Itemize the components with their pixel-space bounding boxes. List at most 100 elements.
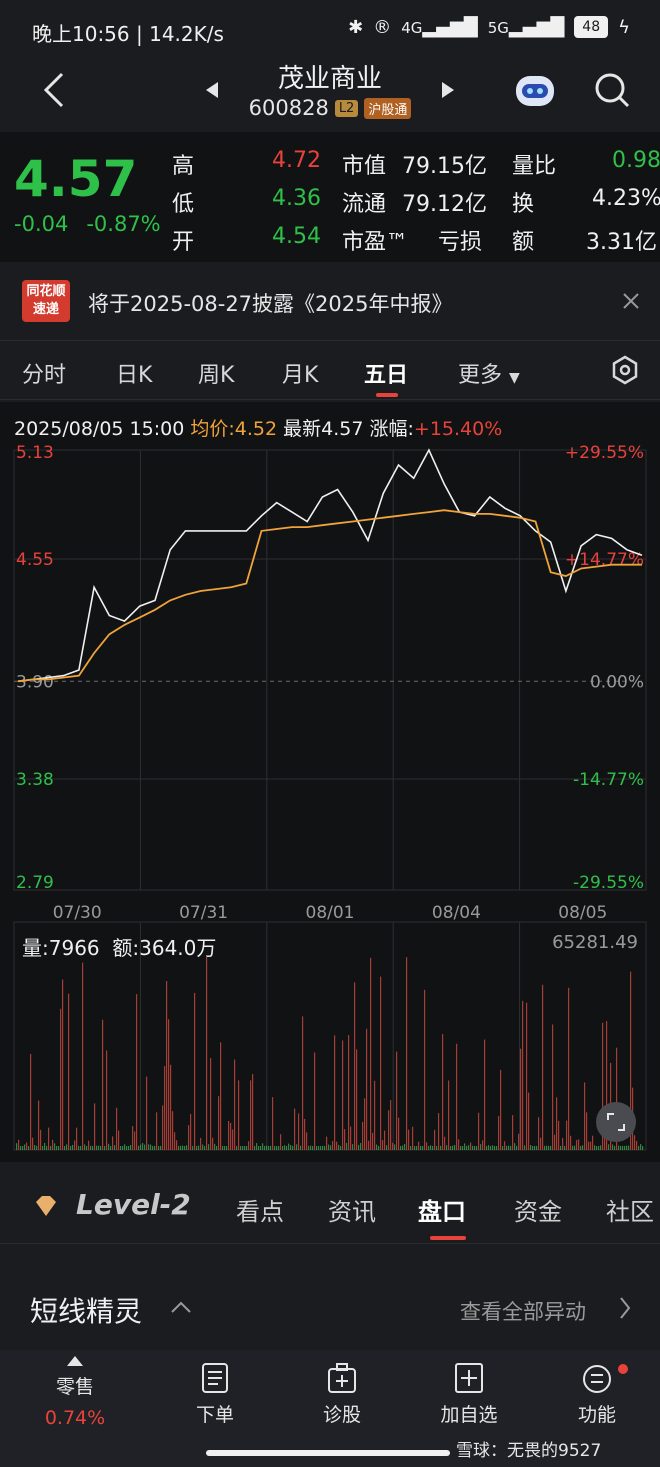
volume-bar <box>172 1111 174 1150</box>
volume-bar <box>462 1145 464 1150</box>
volume-bar <box>118 1130 120 1150</box>
stock-code-row: 600828 L2 沪股通 <box>0 96 660 120</box>
y-tick-left: 3.38 <box>16 770 54 790</box>
volume-bar <box>24 1144 26 1150</box>
volume-bar <box>318 1146 320 1150</box>
volume-bar <box>130 1145 132 1150</box>
price-chart-svg[interactable]: 5.13 +29.55%4.55 +14.77%3.90 0.00%3.38 -14.7… <box>0 402 660 1162</box>
volume-bar <box>294 1108 296 1150</box>
retail-indicator[interactable]: 零售 0.74% <box>30 1356 120 1429</box>
tab-community[interactable]: 社区 <box>606 1192 660 1227</box>
volume-bar <box>102 1019 104 1150</box>
volume-bar <box>590 1141 592 1150</box>
watermark: 雪球：无畏的9527 <box>456 1441 602 1461</box>
volume-bar <box>578 1139 580 1150</box>
tab-more[interactable]: 更多 ▼ <box>458 357 520 389</box>
nav-functions[interactable]: 功能 <box>552 1362 642 1427</box>
volume-bar <box>64 1145 66 1150</box>
volume-bar <box>280 1134 282 1150</box>
chevron-up-icon[interactable] <box>170 1300 192 1314</box>
volume-bar <box>16 1143 18 1150</box>
volume-bar <box>338 1144 340 1150</box>
volume-ratio-value: 0.98 <box>612 148 660 173</box>
volume-value: 7966 <box>48 936 100 960</box>
nav-place-order[interactable]: 下单 <box>170 1362 260 1427</box>
volume-bar <box>594 1145 596 1150</box>
close-icon[interactable] <box>622 292 640 310</box>
tab-highlights[interactable]: 看点 <box>236 1192 284 1227</box>
volume-bar <box>72 1144 74 1150</box>
volume-bar <box>622 1145 624 1150</box>
announcement-banner[interactable]: 同花顺 速递 将于2025-08-27披露《2025年中报》 <box>0 270 660 336</box>
volume-bar <box>380 976 382 1150</box>
status-icons: ✱ ® 4G▂▄▆█ 5G▂▄▆█ 48 ϟ <box>348 16 630 38</box>
volume-bar <box>236 1145 238 1150</box>
volume-bar <box>386 1145 388 1150</box>
volume-bar <box>158 1145 160 1150</box>
price-series <box>17 448 643 683</box>
volume-bar <box>90 1145 92 1150</box>
volume-bar <box>232 1129 234 1150</box>
tab-level2[interactable]: Level-2 <box>76 1188 191 1221</box>
volume-bar <box>368 1140 370 1150</box>
l2-tag: L2 <box>334 99 359 117</box>
chevron-right-icon[interactable] <box>618 1296 632 1320</box>
volume-bar <box>472 1145 474 1150</box>
chart-settings-icon[interactable] <box>610 355 640 385</box>
volume-bar <box>228 1121 230 1150</box>
volume-bar <box>538 1117 540 1150</box>
nav-diagnose[interactable]: 诊股 <box>297 1362 387 1427</box>
volume-bar <box>66 1144 68 1150</box>
volume-bar <box>308 1145 310 1150</box>
view-all-link[interactable]: 查看全部异动 <box>460 1296 586 1326</box>
volume-bar <box>612 1144 614 1150</box>
volume-bar <box>396 1051 398 1150</box>
volume-bar <box>264 1146 266 1150</box>
robot-assistant-icon[interactable] <box>512 70 558 110</box>
volume-bar <box>226 1145 228 1150</box>
volume-bar <box>486 1145 488 1150</box>
volume-bar <box>326 1136 328 1150</box>
volume-bar <box>528 1092 530 1150</box>
tab-five-day[interactable]: 五日 <box>364 357 408 389</box>
volume-bar <box>466 1145 468 1150</box>
add-square-icon <box>455 1363 483 1393</box>
fullscreen-button[interactable] <box>596 1102 636 1142</box>
volume-bars <box>16 957 644 1150</box>
y-tick-left: 3.90 <box>16 672 54 692</box>
volume-bar <box>62 979 64 1150</box>
x-ticks: 07/30 07/31 08/01 08/04 08/05 <box>53 903 608 923</box>
tab-news[interactable]: 资讯 <box>328 1192 376 1227</box>
volume-bar <box>78 1145 80 1150</box>
tab-daily-k[interactable]: 日K <box>116 357 152 389</box>
volume-bar <box>492 1145 494 1150</box>
tab-monthly-k[interactable]: 月K <box>282 357 318 389</box>
volume-bar <box>428 1146 430 1150</box>
volume-bar <box>576 1140 578 1150</box>
volume-bar <box>30 1053 32 1150</box>
low-value: 4.36 <box>272 186 321 211</box>
volume-bar <box>442 1034 444 1150</box>
tab-weekly-k[interactable]: 周K <box>198 357 234 389</box>
volume-bar <box>346 1142 348 1150</box>
volume-bar <box>42 1146 44 1150</box>
volume-bar <box>322 1145 324 1150</box>
volume-bar <box>510 1145 512 1150</box>
nav-add-watchlist[interactable]: 加自选 <box>424 1362 514 1427</box>
tab-funds[interactable]: 资金 <box>514 1192 562 1227</box>
volume-bar <box>164 1065 166 1150</box>
volume-bar <box>554 1134 556 1150</box>
volume-bar <box>284 1145 286 1150</box>
volume-bar <box>98 1145 100 1150</box>
volume-bar <box>350 1126 352 1150</box>
volume-bar <box>388 1110 390 1150</box>
volume-bar <box>392 1142 394 1150</box>
volume-bar <box>108 1143 110 1150</box>
tab-order-book[interactable]: 盘口 <box>418 1192 466 1227</box>
tab-intraday[interactable]: 分时 <box>22 357 66 389</box>
x-tick: 07/30 <box>53 903 102 923</box>
detail-tabs: Level-2 看点 资讯 盘口 资金 社区 <box>0 1170 660 1244</box>
search-icon[interactable] <box>592 70 632 110</box>
volume-bar <box>180 1145 182 1150</box>
stock-name: 茂业商业 <box>277 64 382 94</box>
